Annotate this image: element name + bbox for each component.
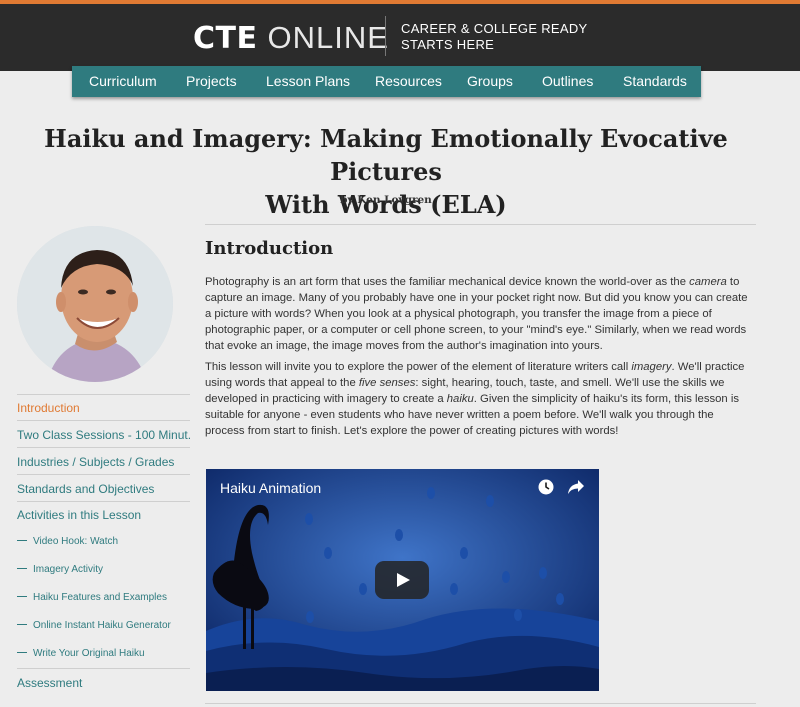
sub-dash <box>17 623 27 625</box>
sidebar-divider <box>17 501 190 502</box>
sub-dash <box>17 539 27 541</box>
author-photo <box>17 226 173 382</box>
content-divider-bottom <box>205 703 756 704</box>
nav-lesson-plans[interactable]: Lesson Plans <box>266 73 350 89</box>
tagline-line-1: CAREER & COLLEGE READY <box>401 21 588 36</box>
text-run: This lesson will invite you to explore t… <box>205 361 632 373</box>
emphasis-imagery: imagery <box>631 361 672 373</box>
sidebar-item-activities[interactable]: Activities in this Lesson <box>17 508 190 522</box>
sidebar-subitem-video-hook[interactable]: Video Hook: Watch <box>17 536 190 547</box>
nav-curriculum[interactable]: Curriculum <box>89 73 157 89</box>
header-divider <box>385 16 386 56</box>
sidebar-divider <box>17 668 190 669</box>
intro-paragraph-2: This lesson will invite you to explore t… <box>205 359 756 439</box>
sidebar-subitem-label: Online Instant Haiku Generator <box>33 620 171 631</box>
sidebar-divider <box>17 474 190 475</box>
page-title: Haiku and Imagery: Making Emotionally Ev… <box>0 122 772 221</box>
share-icon[interactable] <box>567 479 585 495</box>
sidebar-divider <box>17 394 190 395</box>
nav-standards[interactable]: Standards <box>623 73 687 89</box>
sidebar-item-introduction[interactable]: Introduction <box>17 401 190 415</box>
clock-icon[interactable] <box>538 479 554 495</box>
logo-bold: CTE <box>193 21 258 56</box>
sidebar-item-standards[interactable]: Standards and Objectives <box>17 482 190 496</box>
emphasis-camera: camera <box>689 276 727 288</box>
author-avatar <box>17 226 173 382</box>
sidebar-item-class-sessions[interactable]: Two Class Sessions - 100 Minut... <box>17 428 190 442</box>
sidebar-subitem-label: Write Your Original Haiku <box>33 648 145 659</box>
emphasis-five-senses: five senses <box>358 377 416 389</box>
play-icon[interactable] <box>375 561 429 599</box>
sidebar-item-industries[interactable]: Industries / Subjects / Grades <box>17 455 190 469</box>
tagline-line-2: STARTS HERE <box>401 37 495 52</box>
nav-resources[interactable]: Resources <box>375 73 442 89</box>
sidebar-subitem-haiku-features[interactable]: Haiku Features and Examples <box>17 592 190 603</box>
nav-outlines[interactable]: Outlines <box>542 73 593 89</box>
emphasis-haiku: haiku <box>446 393 474 405</box>
site-logo[interactable]: CTE ONLINE <box>193 20 389 56</box>
sub-dash <box>17 595 27 597</box>
logo-light: ONLINE <box>267 20 389 55</box>
page-title-line-1: Haiku and Imagery: Making Emotionally Ev… <box>44 124 728 186</box>
content-divider <box>205 224 756 225</box>
sub-dash <box>17 651 27 653</box>
site-tagline: CAREER & COLLEGE READY STARTS HERE <box>401 21 601 53</box>
sidebar-item-assessment[interactable]: Assessment <box>17 676 190 690</box>
sidebar-subitem-haiku-generator[interactable]: Online Instant Haiku Generator <box>17 620 190 631</box>
sidebar-divider <box>17 447 190 448</box>
sidebar-subitem-label: Haiku Features and Examples <box>33 592 167 603</box>
sub-dash <box>17 567 27 569</box>
sidebar-subitem-label: Imagery Activity <box>33 564 104 575</box>
video-title[interactable]: Haiku Animation <box>220 480 321 496</box>
sidebar-subitem-write-haiku[interactable]: Write Your Original Haiku <box>17 648 190 659</box>
nav-groups[interactable]: Groups <box>467 73 513 89</box>
text-run: Photography is an art form that uses the… <box>205 276 690 288</box>
video-player[interactable]: Haiku Animation <box>206 469 599 691</box>
author-byline: by Ken Lovgren <box>340 194 432 206</box>
site-header: CTE ONLINE CAREER & COLLEGE READY STARTS… <box>0 4 800 71</box>
intro-heading: Introduction <box>205 238 334 259</box>
main-nav: Curriculum Projects Lesson Plans Resourc… <box>72 66 701 97</box>
sidebar-divider <box>17 420 190 421</box>
intro-paragraph-1: Photography is an art form that uses the… <box>205 274 756 354</box>
nav-projects[interactable]: Projects <box>186 73 237 89</box>
sidebar-subitem-imagery[interactable]: Imagery Activity <box>17 564 190 575</box>
sidebar-subitem-label: Video Hook: Watch <box>33 536 119 547</box>
